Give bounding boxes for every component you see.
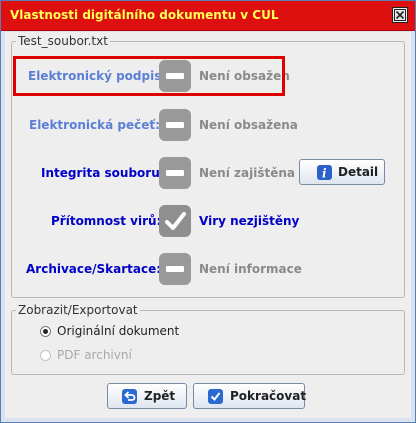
close-icon	[394, 9, 406, 21]
back-arrow-icon	[122, 389, 137, 404]
title-bar[interactable]: Vlastnosti digitálního dokumentu v CUL	[1, 1, 415, 31]
close-button[interactable]	[392, 7, 408, 23]
archiving-status: Není informace	[199, 262, 302, 276]
back-button[interactable]: Zpět	[107, 383, 187, 409]
virus-label: Přítomnost virů:	[51, 214, 162, 228]
continue-button[interactable]: Pokračovat	[193, 383, 307, 409]
detail-button[interactable]: i Detail	[299, 159, 385, 185]
integrity-label: Integrita souboru:	[41, 166, 165, 180]
detail-button-label: Detail	[338, 165, 379, 179]
info-icon: i	[317, 165, 332, 181]
original-document-radio[interactable]	[40, 326, 51, 337]
back-button-label: Zpět	[144, 389, 176, 403]
virus-status: Viry nezjištěny	[199, 214, 300, 228]
dialog-window: Vlastnosti digitálního dokumentu v CUL T…	[0, 0, 416, 423]
highlight-box	[13, 56, 285, 96]
window-title: Vlastnosti digitálního dokumentu v CUL	[10, 8, 279, 22]
seal-status: Není obsažena	[199, 118, 298, 132]
svg-text:i: i	[322, 167, 327, 181]
file-name-legend: Test_soubor.txt	[18, 34, 108, 48]
check-icon	[159, 205, 191, 237]
dash-icon	[159, 109, 191, 141]
export-legend: Zobrazit/Exportovat	[18, 303, 138, 317]
pdf-archive-radio[interactable]	[40, 350, 51, 361]
continue-button-label: Pokračovat	[230, 389, 307, 403]
dash-icon	[159, 157, 191, 189]
integrity-status: Není zajištěna	[199, 166, 295, 180]
archiving-label: Archivace/Skartace:	[26, 262, 162, 276]
original-document-label[interactable]: Originální dokument	[57, 324, 179, 338]
export-group: Zobrazit/Exportovat	[11, 303, 405, 375]
pdf-archive-label[interactable]: PDF archivní	[57, 348, 132, 362]
check-icon	[208, 389, 223, 404]
dash-icon	[159, 253, 191, 285]
seal-label: Elektronická pečeť:	[29, 118, 160, 132]
